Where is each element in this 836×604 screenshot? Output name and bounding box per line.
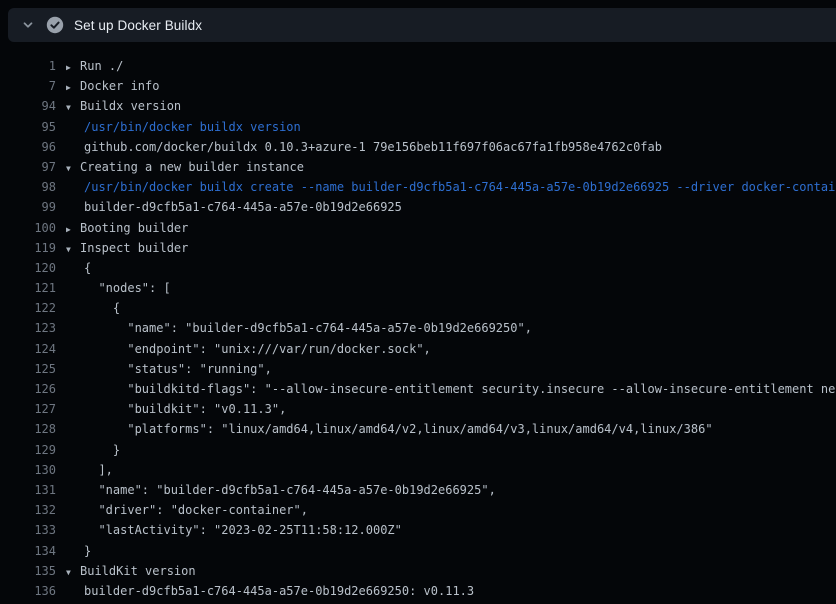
line-number[interactable]: 126	[0, 379, 56, 399]
log-line: 96 github.com/docker/buildx 0.10.3+azure…	[0, 137, 836, 157]
log-line: 134 }	[0, 541, 836, 561]
log-text: "platforms": "linux/amd64,linux/amd64/v2…	[84, 419, 713, 439]
log-line: 125 "status": "running",	[0, 359, 836, 379]
step-title: Set up Docker Buildx	[74, 18, 202, 33]
log-text: /usr/bin/docker buildx version	[84, 117, 301, 137]
log-line[interactable]: 100 ▶ Booting builder	[0, 218, 836, 238]
log-text: Inspect builder	[80, 238, 188, 258]
log-text: Creating a new builder instance	[80, 157, 304, 177]
group-toggle-icon[interactable]: ▶	[66, 220, 80, 240]
log-line: 123 "name": "builder-d9cfb5a1-c764-445a-…	[0, 318, 836, 338]
line-number[interactable]: 129	[0, 440, 56, 460]
log-text: github.com/docker/buildx 0.10.3+azure-1 …	[84, 137, 662, 157]
line-number[interactable]: 131	[0, 480, 56, 500]
log-text: builder-d9cfb5a1-c764-445a-a57e-0b19d2e6…	[84, 197, 402, 217]
log-line: 124 "endpoint": "unix:///var/run/docker.…	[0, 339, 836, 359]
line-number[interactable]: 99	[0, 197, 56, 217]
line-number[interactable]: 100	[0, 218, 56, 238]
log-text: "name": "builder-d9cfb5a1-c764-445a-a57e…	[84, 318, 532, 338]
log-line: 122 {	[0, 298, 836, 318]
line-number[interactable]: 127	[0, 399, 56, 419]
line-number[interactable]: 124	[0, 339, 56, 359]
line-number[interactable]: 130	[0, 460, 56, 480]
log-text: {	[84, 258, 91, 278]
log-line[interactable]: 94 ▼ Buildx version	[0, 96, 836, 116]
group-toggle-icon[interactable]: ▼	[66, 98, 80, 118]
log-text: "endpoint": "unix:///var/run/docker.sock…	[84, 339, 431, 359]
log-line[interactable]: 1 ▶ Run ./	[0, 56, 836, 76]
line-number[interactable]: 119	[0, 238, 56, 258]
log-line: 121 "nodes": [	[0, 278, 836, 298]
line-number[interactable]: 7	[0, 76, 56, 96]
line-number[interactable]: 132	[0, 500, 56, 520]
line-number[interactable]: 133	[0, 520, 56, 540]
log-text: "status": "running",	[84, 359, 272, 379]
log-line: 132 "driver": "docker-container",	[0, 500, 836, 520]
log-text: }	[84, 440, 120, 460]
log-line[interactable]: 97 ▼ Creating a new builder instance	[0, 157, 836, 177]
log-text: "name": "builder-d9cfb5a1-c764-445a-a57e…	[84, 480, 496, 500]
log-text: "buildkitd-flags": "--allow-insecure-ent…	[84, 379, 836, 399]
log-line[interactable]: 135 ▼ BuildKit version	[0, 561, 836, 581]
log-text: Docker info	[80, 76, 159, 96]
log-line: 120 {	[0, 258, 836, 278]
log-line: 99 builder-d9cfb5a1-c764-445a-a57e-0b19d…	[0, 197, 836, 217]
log-text: builder-d9cfb5a1-c764-445a-a57e-0b19d2e6…	[84, 581, 474, 601]
line-number[interactable]: 98	[0, 177, 56, 197]
log-line: 130 ],	[0, 460, 836, 480]
log-text: "buildkit": "v0.11.3",	[84, 399, 286, 419]
log-text: "driver": "docker-container",	[84, 500, 308, 520]
log-line: 129 }	[0, 440, 836, 460]
log-line: 136 builder-d9cfb5a1-c764-445a-a57e-0b19…	[0, 581, 836, 601]
line-number[interactable]: 123	[0, 318, 56, 338]
line-number[interactable]: 120	[0, 258, 56, 278]
line-number[interactable]: 95	[0, 117, 56, 137]
log-text: /usr/bin/docker buildx create --name bui…	[84, 177, 836, 197]
group-toggle-icon[interactable]: ▶	[66, 78, 80, 98]
log-line: 127 "buildkit": "v0.11.3",	[0, 399, 836, 419]
log-text: BuildKit version	[80, 561, 196, 581]
log-text: Booting builder	[80, 218, 188, 238]
log-text: {	[84, 298, 120, 318]
line-number[interactable]: 1	[0, 56, 56, 76]
log-text: ],	[84, 460, 113, 480]
log-text: Buildx version	[80, 96, 181, 116]
step-header[interactable]: Set up Docker Buildx	[8, 8, 836, 42]
line-number[interactable]: 128	[0, 419, 56, 439]
line-number[interactable]: 121	[0, 278, 56, 298]
group-toggle-icon[interactable]: ▼	[66, 240, 80, 260]
line-number[interactable]: 135	[0, 561, 56, 581]
line-number[interactable]: 134	[0, 541, 56, 561]
log-line[interactable]: 7 ▶ Docker info	[0, 76, 836, 96]
log-text: "nodes": [	[84, 278, 171, 298]
log-text: Run ./	[80, 56, 123, 76]
group-toggle-icon[interactable]: ▼	[66, 563, 80, 583]
check-circle-icon	[46, 16, 64, 34]
log-text: "lastActivity": "2023-02-25T11:58:12.000…	[84, 520, 402, 540]
line-number[interactable]: 136	[0, 581, 56, 601]
line-number[interactable]: 94	[0, 96, 56, 116]
log-line[interactable]: 119 ▼ Inspect builder	[0, 238, 836, 258]
group-toggle-icon[interactable]: ▼	[66, 159, 80, 179]
log-line: 126 "buildkitd-flags": "--allow-insecure…	[0, 379, 836, 399]
line-number[interactable]: 97	[0, 157, 56, 177]
log-line: 131 "name": "builder-d9cfb5a1-c764-445a-…	[0, 480, 836, 500]
log-text: }	[84, 541, 91, 561]
line-number[interactable]: 125	[0, 359, 56, 379]
line-number[interactable]: 122	[0, 298, 56, 318]
log-viewer[interactable]: 1 ▶ Run ./ 7 ▶ Docker info 94 ▼ Buildx v…	[0, 42, 836, 604]
group-toggle-icon[interactable]: ▶	[66, 58, 80, 78]
line-number[interactable]: 96	[0, 137, 56, 157]
log-line: 133 "lastActivity": "2023-02-25T11:58:12…	[0, 520, 836, 540]
log-line: 128 "platforms": "linux/amd64,linux/amd6…	[0, 419, 836, 439]
log-line: 98 /usr/bin/docker buildx create --name …	[0, 177, 836, 197]
chevron-down-icon[interactable]	[20, 17, 36, 33]
log-line: 95 /usr/bin/docker buildx version	[0, 117, 836, 137]
